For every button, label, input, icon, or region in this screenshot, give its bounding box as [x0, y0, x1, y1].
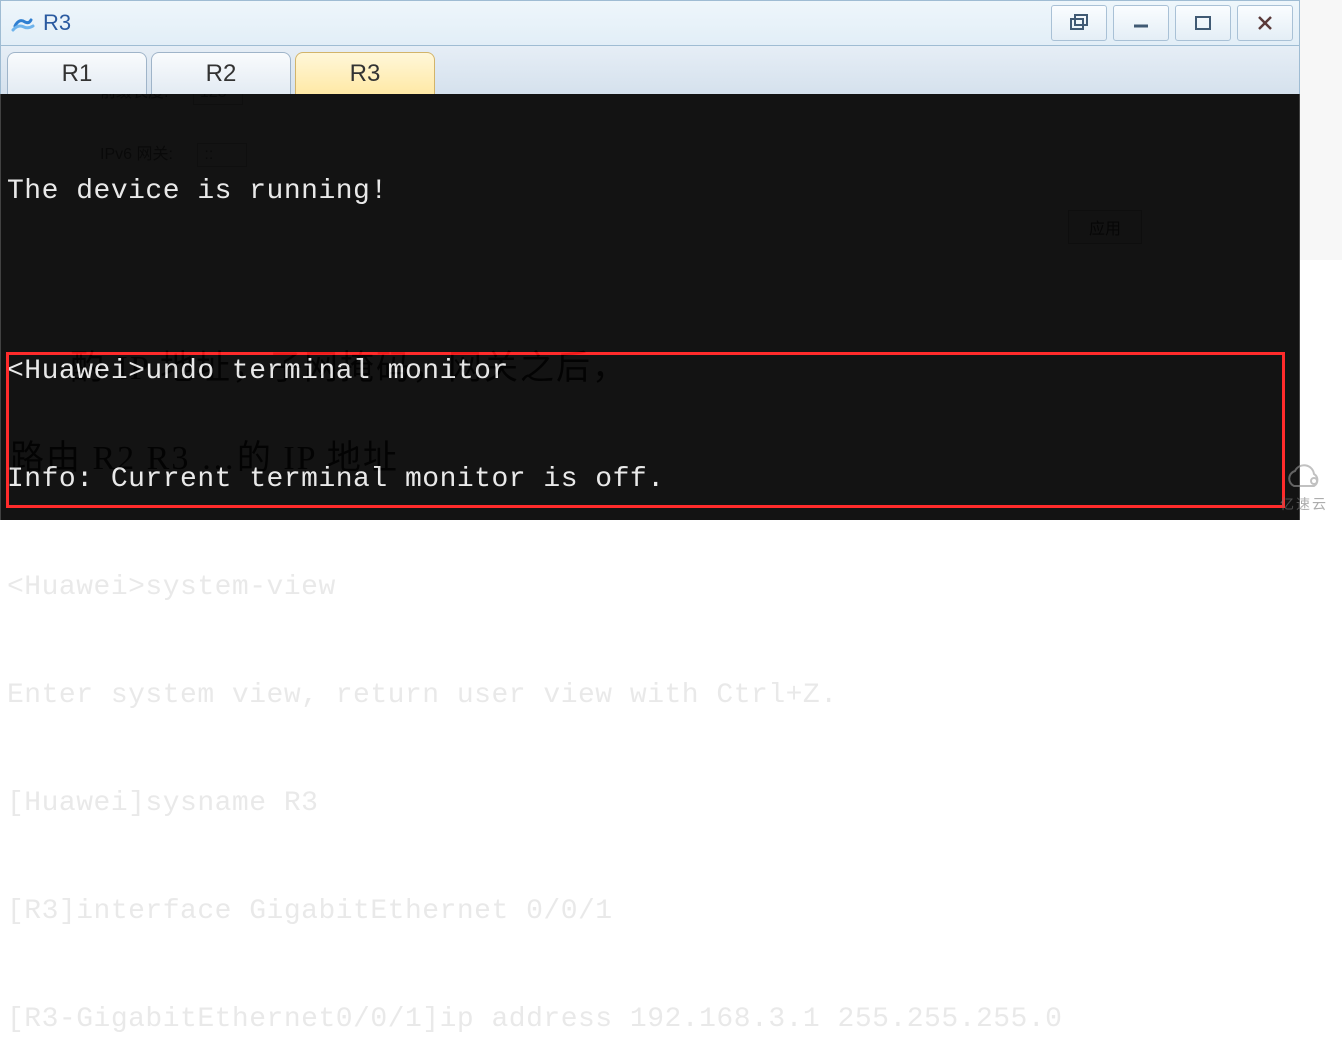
app-icon [11, 12, 35, 34]
terminal-line: <Huawei>undo terminal monitor [7, 354, 1295, 390]
terminal-line: Enter system view, return user view with… [7, 678, 1295, 714]
titlebar: R3 [0, 0, 1300, 46]
tab-r1[interactable]: R1 [7, 52, 147, 94]
terminal-line: Info: Current terminal monitor is off. [7, 462, 1295, 498]
tab-label: R2 [206, 60, 237, 88]
terminal-line: [Huawei]sysname R3 [7, 786, 1295, 822]
window-title: R3 [43, 10, 71, 36]
window-maximize-button[interactable] [1175, 5, 1231, 41]
tab-label: R1 [62, 60, 93, 88]
terminal-line: The device is running! [7, 174, 1295, 210]
terminal-output[interactable]: The device is running! <Huawei>undo term… [0, 94, 1300, 520]
tab-r2[interactable]: R2 [151, 52, 291, 94]
watermark: 亿速云 [1280, 464, 1328, 514]
app-window: R3 [0, 0, 1300, 520]
window-controls [1051, 5, 1299, 41]
watermark-text: 亿速云 [1280, 494, 1328, 514]
tab-r3[interactable]: R3 [295, 52, 435, 94]
tab-strip: R1 R2 R3 [0, 46, 1300, 94]
window-undock-button[interactable] [1051, 5, 1107, 41]
terminal-line: [R3-GigabitEthernet0/0/1]ip address 192.… [7, 1002, 1295, 1038]
cloud-icon [1282, 464, 1326, 492]
terminal-line: [R3]interface GigabitEthernet 0/0/1 [7, 894, 1295, 930]
terminal-line: <Huawei>system-view [7, 570, 1295, 606]
window-minimize-button[interactable] [1113, 5, 1169, 41]
tab-label: R3 [350, 60, 381, 88]
window-close-button[interactable] [1237, 5, 1293, 41]
